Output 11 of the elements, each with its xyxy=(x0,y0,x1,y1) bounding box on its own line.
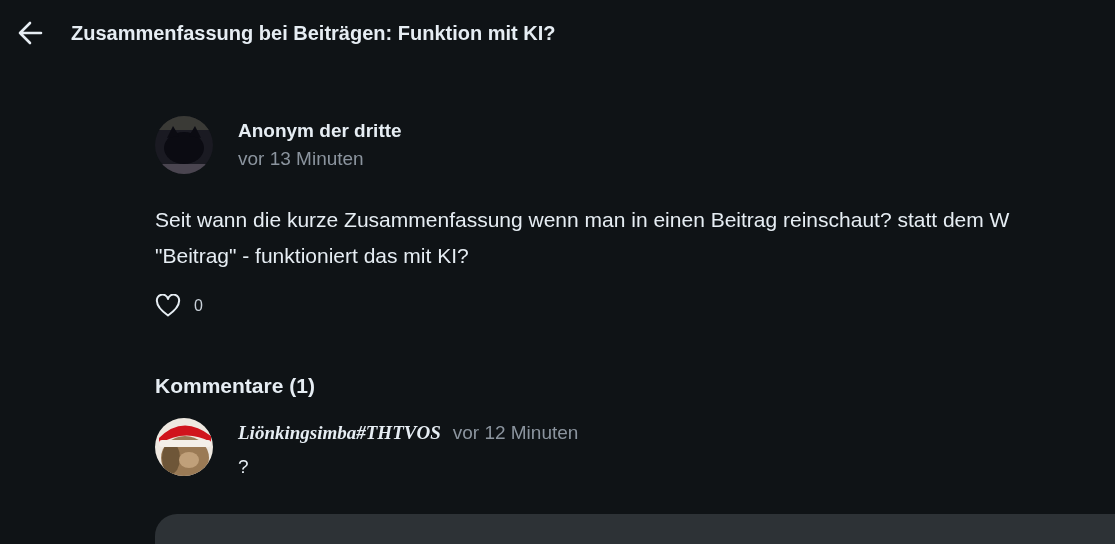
comment-text: ? xyxy=(238,456,250,478)
commenter-name[interactable]: Liönkingsimba#THTVOS xyxy=(238,422,441,444)
heart-icon[interactable] xyxy=(155,294,181,318)
post-text: Seit wann die kurze Zusammenfassung wenn man in einen Beitrag reinschaut? statt dem W "Beitrag" - funktioniert das mit KI? xyxy=(155,207,1011,269)
back-arrow-icon[interactable] xyxy=(17,20,43,46)
author-name[interactable]: Anonym der dritte xyxy=(238,120,402,142)
like-count: 0 xyxy=(194,297,203,315)
post-time: vor 13 Minuten xyxy=(238,148,365,170)
page-title: Zusammenfassung bei Beiträgen: Funktion mit KI? xyxy=(71,21,556,45)
comment-time: vor 12 Minuten xyxy=(452,422,579,444)
comments-heading: Kommentare (1) xyxy=(155,374,316,398)
